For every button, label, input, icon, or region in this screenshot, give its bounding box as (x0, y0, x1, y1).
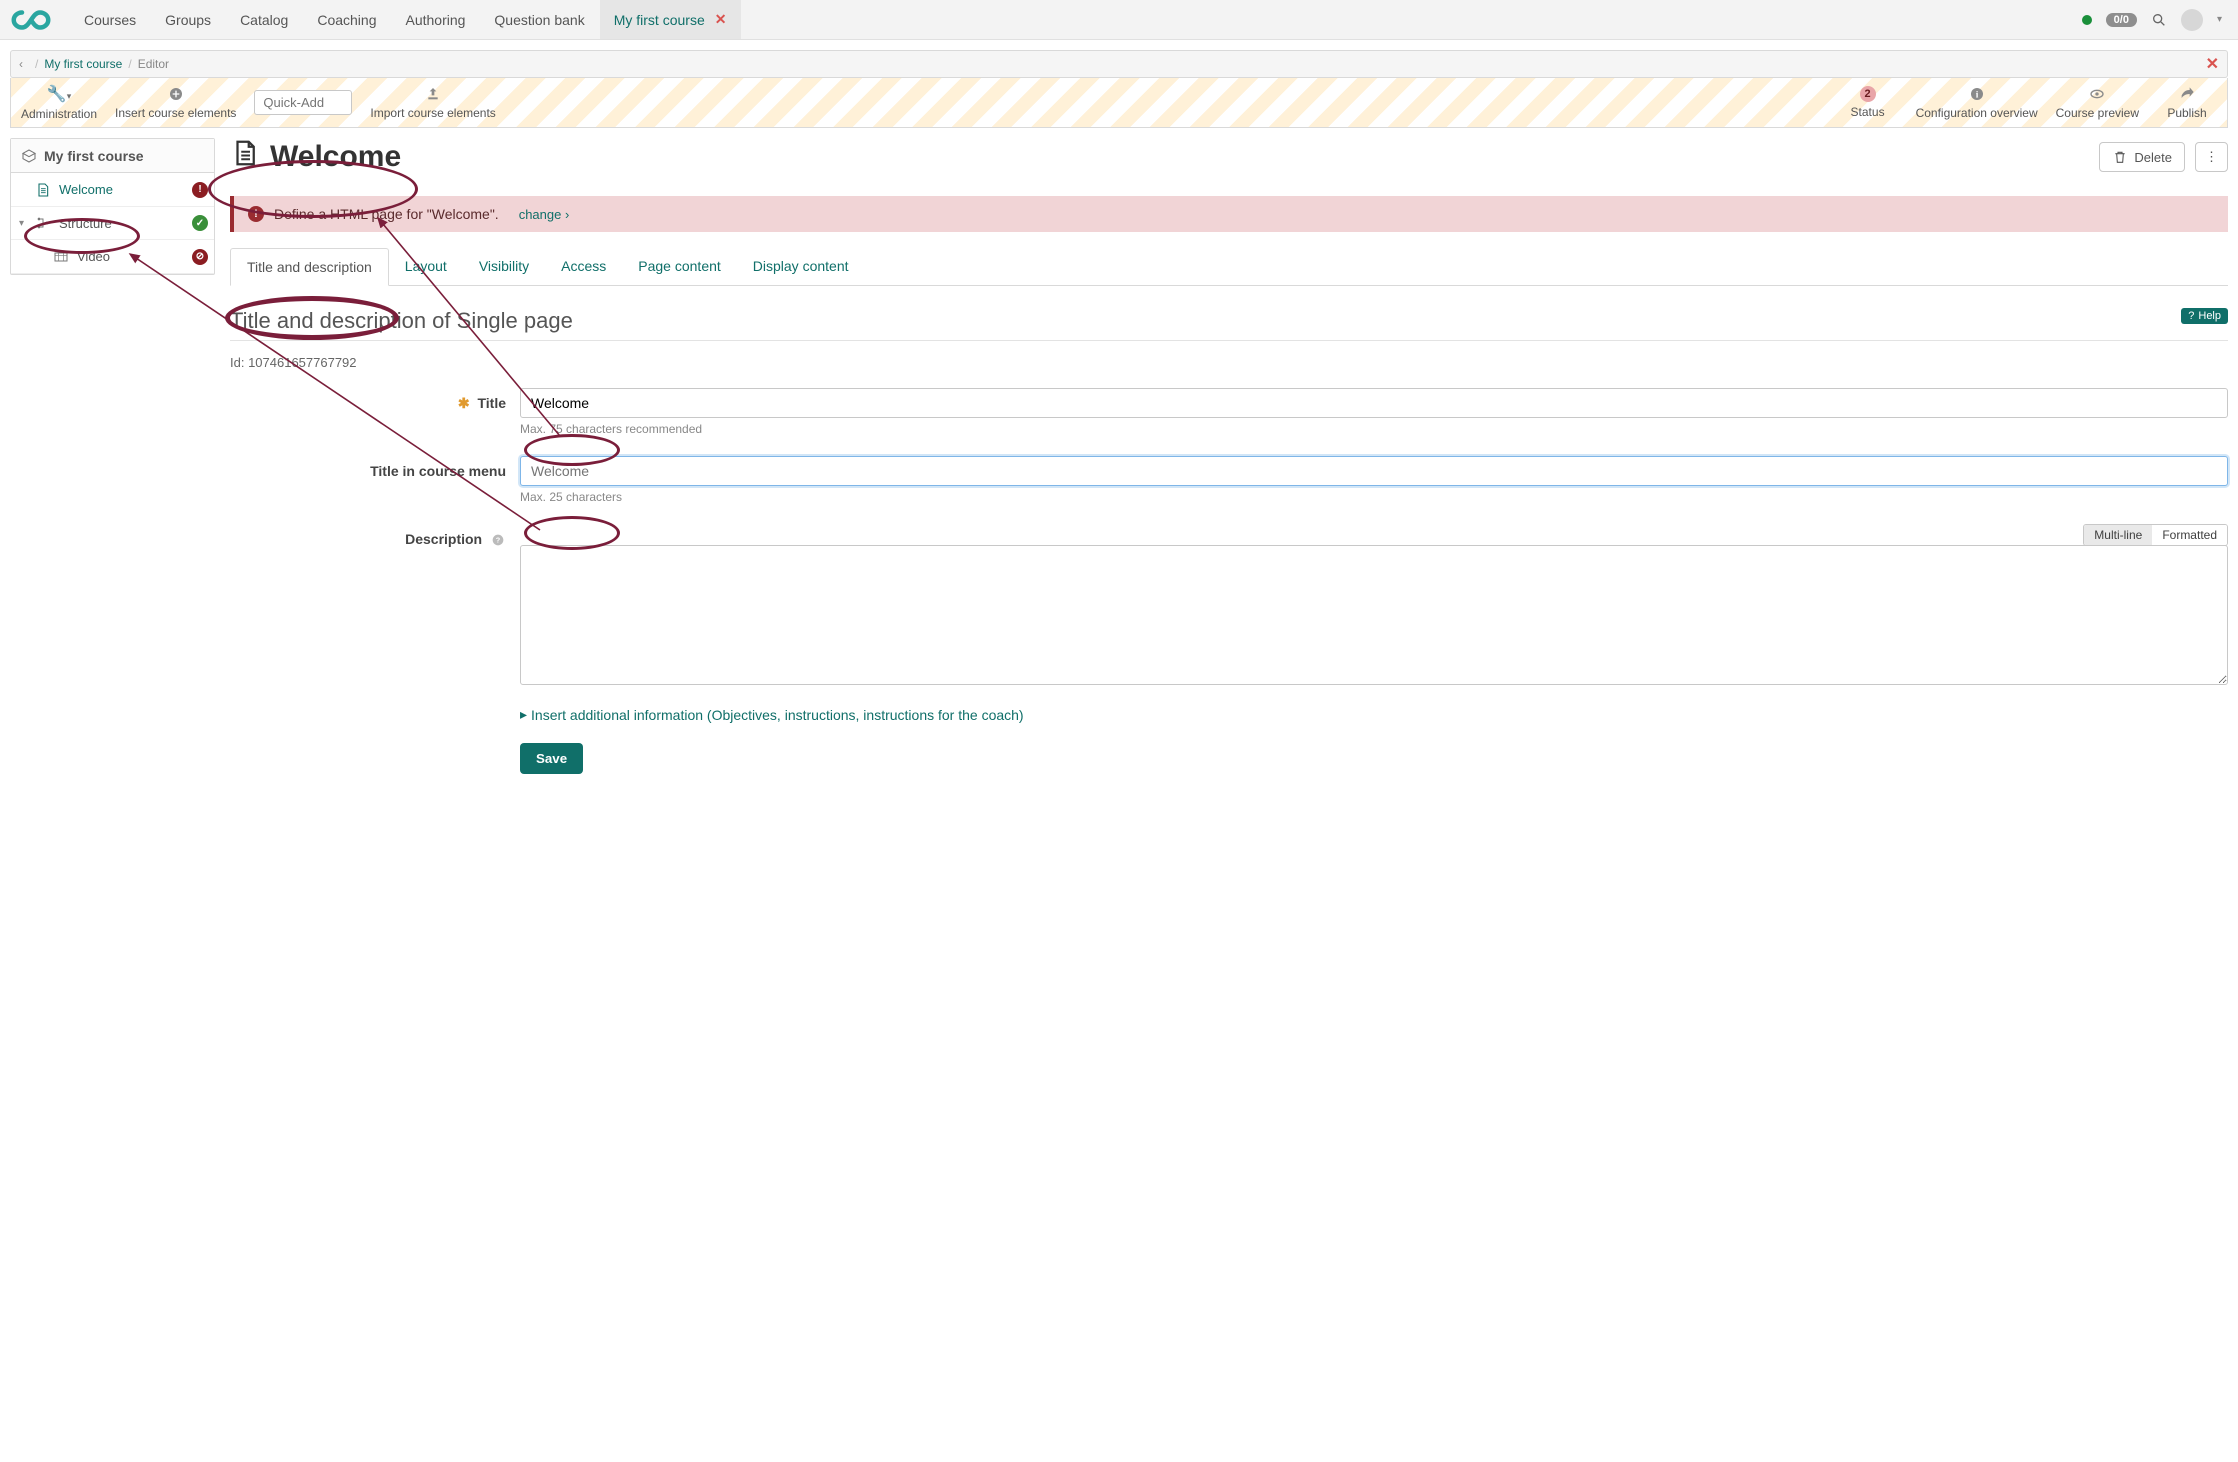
video-icon (53, 248, 69, 265)
description-mode-toggle: Multi-line Formatted (2083, 524, 2228, 546)
sidebar-item-label: Structure (59, 216, 112, 231)
chevron-down-icon[interactable]: ▾ (19, 218, 24, 229)
sidebar-item-structure[interactable]: ▾ Structure ✓ (11, 207, 214, 241)
breadcrumb-back-icon[interactable]: ‹ (19, 57, 23, 71)
title-hint: Max. 75 characters recommended (520, 422, 2228, 436)
toolbar-status[interactable]: 2 Status (1838, 86, 1898, 119)
tab-display-content[interactable]: Display content (737, 248, 865, 285)
breadcrumb-course[interactable]: My first course (44, 57, 122, 71)
sidebar-item-video[interactable]: Video ⊘ (11, 240, 214, 274)
box-icon (21, 147, 37, 164)
plus-circle-icon (168, 85, 184, 103)
upload-icon (425, 85, 441, 103)
menu-title-input[interactable] (520, 456, 2228, 486)
svg-text:?: ? (496, 536, 501, 545)
required-icon: ✱ (458, 395, 470, 411)
breadcrumb-current: Editor (138, 57, 169, 71)
nav-tab-coaching[interactable]: Coaching (303, 0, 391, 39)
nav-tab-active-course[interactable]: My first course ✕ (600, 0, 742, 39)
status-dot-icon (2082, 15, 2092, 25)
wrench-icon: 🔧▾ (47, 84, 71, 104)
sidebar-item-label: Video (77, 249, 110, 264)
seg-formatted[interactable]: Formatted (2152, 525, 2227, 545)
title-label: ✱ Title (230, 388, 520, 412)
alert-icon: ! (248, 206, 264, 222)
tab-access[interactable]: Access (545, 248, 622, 285)
menu-title-label: Title in course menu (230, 456, 520, 479)
page-title: Welcome (230, 138, 401, 176)
warning-badge-icon: ! (192, 182, 208, 198)
section-tabs: Title and description Layout Visibility … (230, 248, 2228, 286)
main-content: Welcome Delete ⋮ ! Define a HTML page fo… (230, 138, 2228, 780)
info-circle-icon: i (1969, 85, 1985, 103)
breadcrumb-close-icon[interactable]: ✕ (2206, 54, 2219, 74)
tab-title-description[interactable]: Title and description (230, 248, 389, 286)
tab-visibility[interactable]: Visibility (463, 248, 545, 285)
title-input[interactable] (520, 388, 2228, 418)
sidebar-item-label: Welcome (59, 182, 113, 197)
tab-page-content[interactable]: Page content (622, 248, 737, 285)
page-icon (230, 138, 260, 176)
more-actions-button[interactable]: ⋮ (2195, 142, 2228, 172)
share-arrow-icon (2179, 85, 2195, 103)
breadcrumb: ‹ / My first course / Editor ✕ (10, 50, 2228, 78)
description-textarea[interactable] (520, 545, 2228, 685)
blocked-badge-icon: ⊘ (192, 249, 208, 265)
trash-icon (2112, 149, 2128, 166)
nav-tab-courses[interactable]: Courses (70, 0, 151, 39)
alert-change-link[interactable]: change › (519, 207, 570, 222)
page-icon (35, 181, 51, 198)
nav-tab-groups[interactable]: Groups (151, 0, 226, 39)
save-button[interactable]: Save (520, 743, 583, 774)
toolbar-administration[interactable]: 🔧▾ Administration (21, 84, 97, 121)
course-tree-title: My first course (44, 148, 144, 164)
nav-tab-authoring[interactable]: Authoring (391, 0, 480, 39)
seg-multiline[interactable]: Multi-line (2084, 525, 2152, 545)
element-id: Id: 107461657767792 (230, 355, 2228, 370)
infinity-icon (10, 8, 58, 32)
structure-icon (35, 215, 51, 232)
course-tree: My first course Welcome ! ▾ Structure ✓ … (10, 138, 215, 275)
menu-title-hint: Max. 25 characters (520, 490, 2228, 504)
toolbar-course-preview[interactable]: Course preview (2056, 85, 2139, 120)
toolbar-insert-elements[interactable]: Insert course elements (115, 85, 236, 120)
toolbar-import-elements[interactable]: Import course elements (370, 85, 495, 120)
nav-tab-catalog[interactable]: Catalog (226, 0, 303, 39)
svg-text:i: i (1975, 90, 1978, 100)
alert-banner: ! Define a HTML page for "Welcome". chan… (230, 196, 2228, 232)
status-count-badge: 2 (1860, 86, 1876, 102)
help-icon: ? (2188, 310, 2194, 322)
avatar[interactable] (2181, 9, 2203, 31)
help-icon[interactable]: ? (490, 531, 506, 547)
course-tree-header[interactable]: My first course (11, 139, 214, 173)
page-title-text: Welcome (270, 140, 401, 174)
tab-layout[interactable]: Layout (389, 248, 463, 285)
toolbar-config-overview[interactable]: i Configuration overview (1916, 85, 2038, 120)
nav-tab-active-label: My first course (614, 12, 705, 28)
insert-additional-info-link[interactable]: ▸ Insert additional information (Objecti… (520, 706, 1024, 723)
close-icon[interactable]: ✕ (715, 11, 727, 28)
description-label: Description ? (230, 524, 520, 548)
alert-text: Define a HTML page for "Welcome". (274, 206, 499, 222)
counter-badge[interactable]: 0/0 (2106, 13, 2137, 27)
help-button[interactable]: ? Help (2181, 308, 2228, 324)
top-nav: Courses Groups Catalog Coaching Authorin… (0, 0, 2238, 40)
chevron-down-icon[interactable]: ▾ (2217, 14, 2222, 25)
caret-right-icon: ▸ (520, 706, 527, 723)
kebab-icon: ⋮ (2205, 149, 2218, 165)
eye-icon (2089, 85, 2105, 103)
section-heading: ? Help Title and description of Single p… (230, 308, 2228, 341)
sidebar-item-welcome[interactable]: Welcome ! (11, 173, 214, 207)
search-icon[interactable] (2151, 9, 2167, 30)
editor-toolbar: 🔧▾ Administration Insert course elements… (10, 78, 2228, 128)
app-logo[interactable] (0, 0, 70, 39)
toolbar-publish[interactable]: Publish (2157, 85, 2217, 120)
check-badge-icon: ✓ (192, 215, 208, 231)
delete-button[interactable]: Delete (2099, 142, 2185, 173)
quick-add-input[interactable] (254, 90, 352, 115)
nav-tab-question-bank[interactable]: Question bank (480, 0, 599, 39)
